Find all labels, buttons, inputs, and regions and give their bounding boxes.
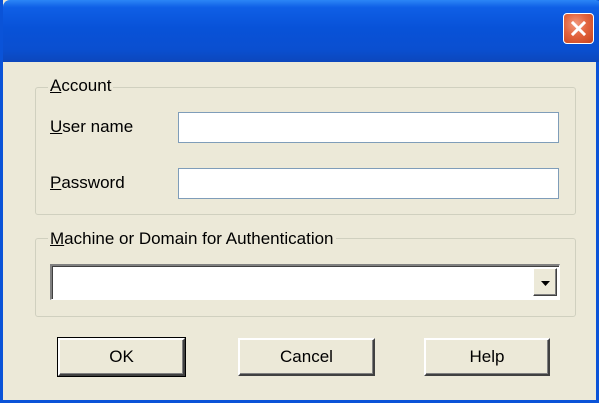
title-bar[interactable]: [3, 0, 599, 62]
ok-button[interactable]: OK: [57, 337, 186, 377]
password-label: Password: [50, 173, 125, 193]
password-input[interactable]: [178, 168, 559, 199]
password-label-mnemonic: P: [50, 173, 62, 192]
domain-group-legend: Machine or Domain for Authentication: [48, 229, 336, 249]
username-input[interactable]: [178, 112, 559, 143]
close-button[interactable]: [563, 13, 594, 44]
domain-select[interactable]: [50, 264, 560, 300]
username-label: User name: [50, 117, 133, 137]
username-label-text: ser name: [62, 117, 134, 136]
domain-legend-text: achine or Domain for Authentication: [64, 229, 334, 248]
close-icon: [570, 20, 587, 37]
username-label-mnemonic: U: [50, 117, 63, 136]
password-label-text: assword: [61, 173, 125, 192]
account-legend-text: ccount: [61, 76, 112, 95]
cancel-button[interactable]: Cancel: [238, 338, 375, 376]
account-group-legend: Account: [48, 76, 114, 96]
chevron-down-icon: [540, 273, 550, 291]
domain-dropdown-button[interactable]: [533, 268, 557, 296]
login-dialog: Account User name Password Machine or Do…: [0, 0, 599, 403]
account-legend-mnemonic: A: [50, 76, 62, 95]
domain-legend-mnemonic: M: [50, 229, 65, 248]
help-button[interactable]: Help: [424, 338, 550, 376]
